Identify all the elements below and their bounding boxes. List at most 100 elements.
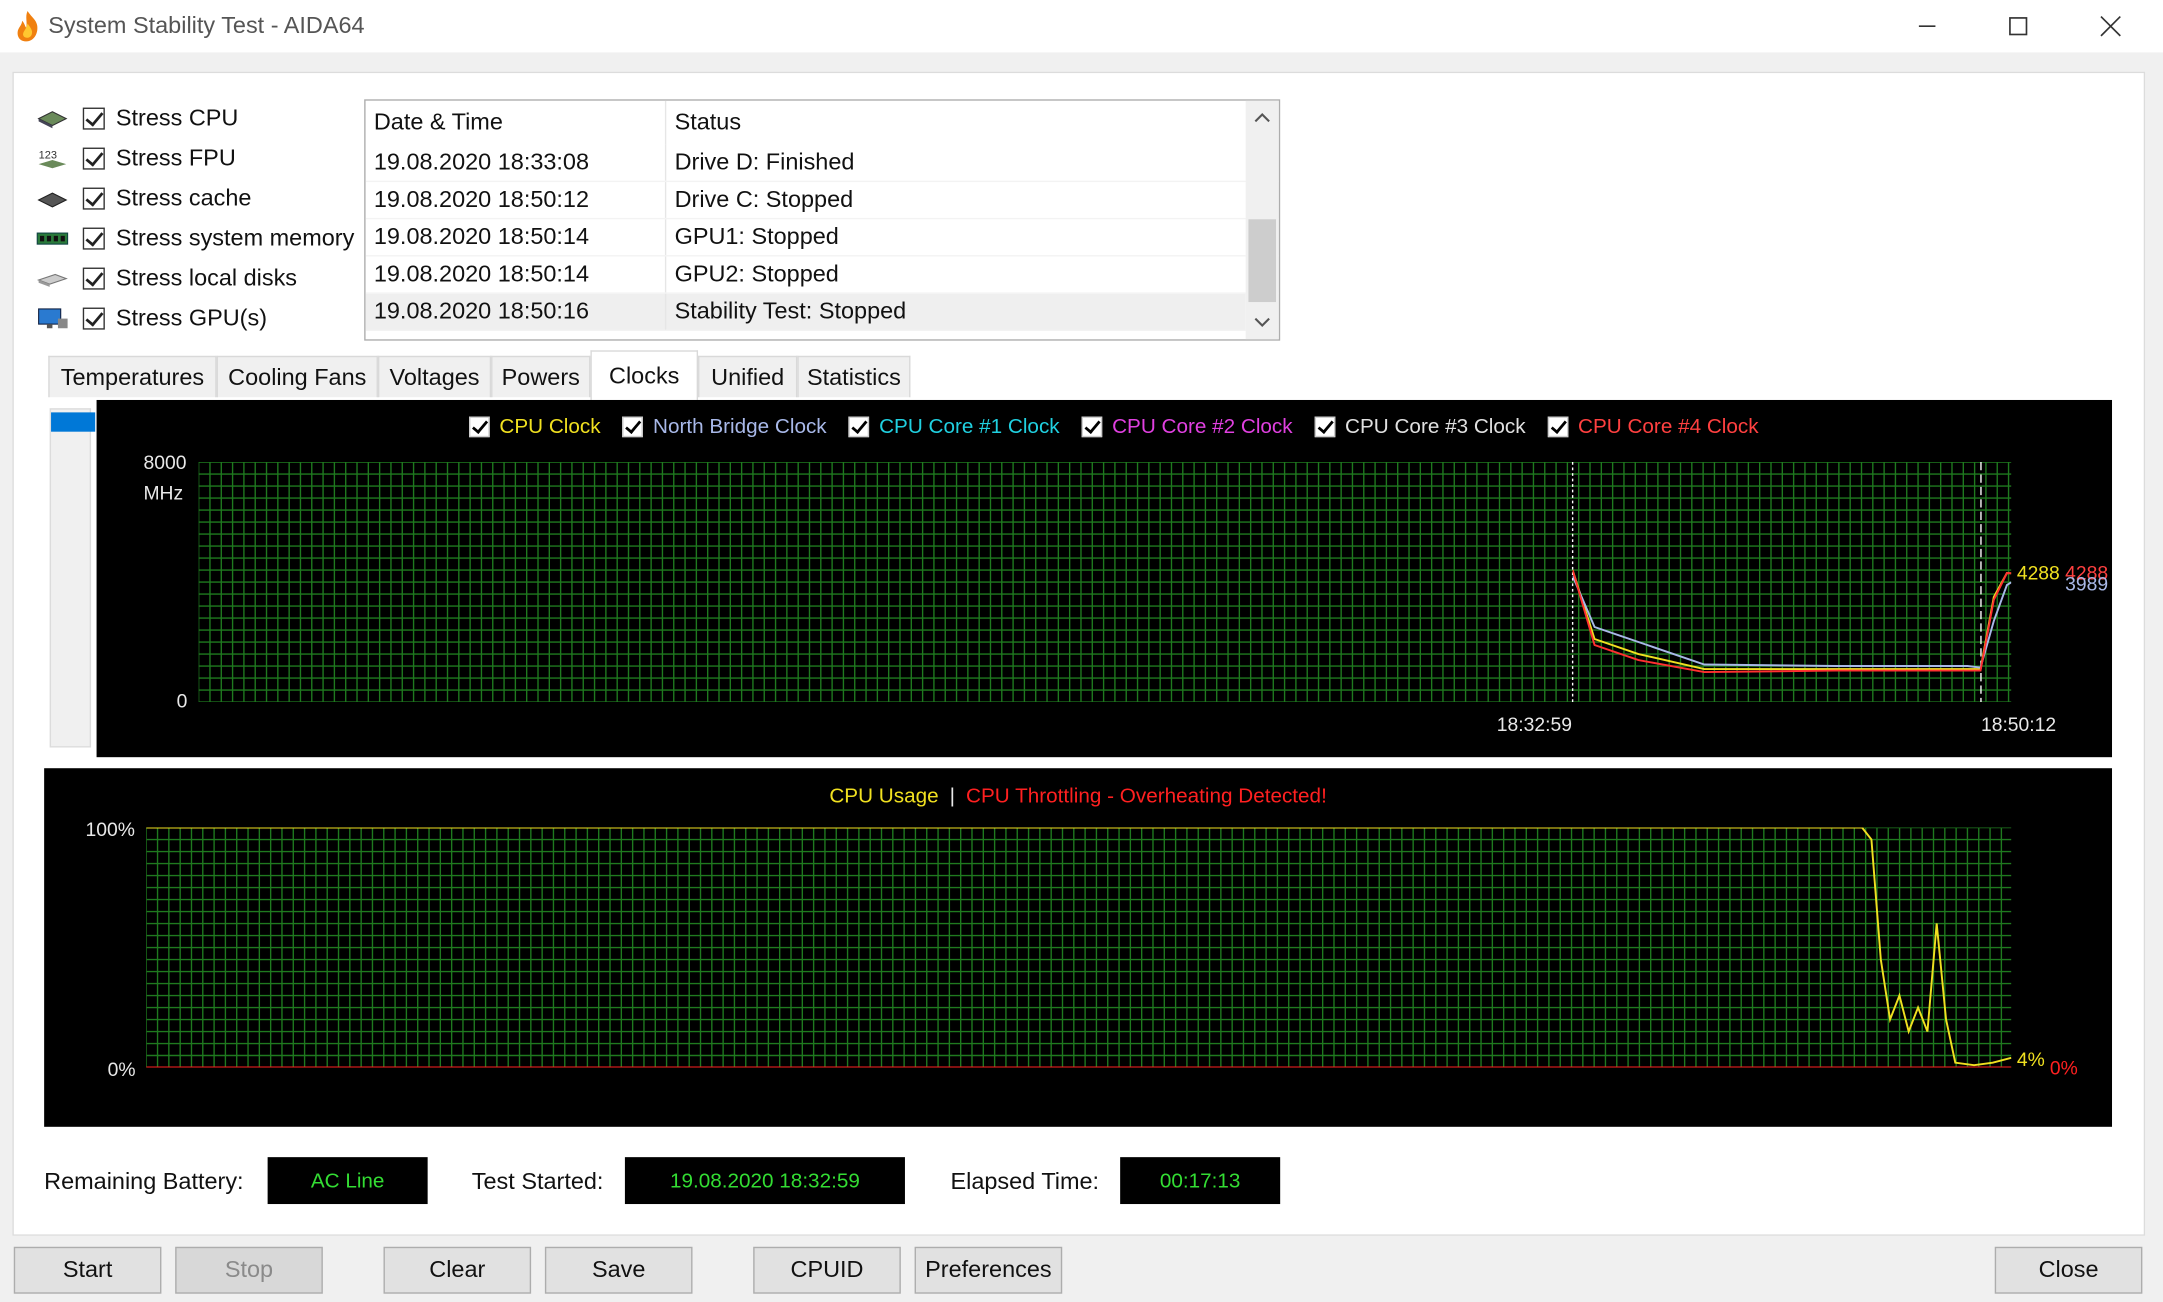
clock-legend: CPU Clock North Bridge Clock CPU Core #1… — [469, 415, 1759, 439]
save-button[interactable]: Save — [544, 1246, 693, 1294]
legend-checkbox[interactable] — [1314, 416, 1336, 438]
cpu-usage-title: CPU Usage — [829, 784, 939, 809]
close-window-button[interactable] — [2079, 0, 2142, 52]
stop-button[interactable]: Stop — [175, 1246, 323, 1294]
log-scrollbar[interactable] — [1245, 100, 1279, 340]
minimize-icon — [1918, 25, 1936, 28]
cpu-throttling-title: CPU Throttling - Overheating Detected! — [966, 784, 1327, 809]
stress-disks-label: Stress local disks — [115, 264, 298, 291]
legend-label: CPU Core #3 Clock — [1345, 415, 1526, 439]
legend-cpu-clock[interactable]: CPU Clock — [469, 415, 601, 439]
stress-memory-option[interactable]: Stress system memory — [36, 218, 354, 258]
legend-label: CPU Core #1 Clock — [879, 415, 1060, 439]
log-scroll-thumb[interactable] — [1248, 219, 1277, 303]
tab-clocks[interactable]: Clocks — [590, 350, 699, 400]
stress-cache-option[interactable]: Stress cache — [36, 178, 354, 218]
grid-lines — [146, 827, 2012, 1068]
graph-selector-thumb[interactable] — [51, 412, 96, 432]
clock-y-unit: MHz — [143, 481, 184, 504]
usage-end-value: 4% — [2016, 1048, 2045, 1071]
stress-cpu-label: Stress CPU — [115, 104, 239, 131]
title-bar: System Stability Test - AIDA64 — [0, 0, 2163, 53]
usage-y-min: 0% — [107, 1057, 136, 1080]
stress-fpu-checkbox[interactable] — [82, 146, 105, 169]
legend-core4-clock[interactable]: CPU Core #4 Clock — [1547, 415, 1759, 439]
legend-core3-clock[interactable]: CPU Core #3 Clock — [1314, 415, 1526, 439]
battery-value: AC Line — [267, 1157, 428, 1205]
gpu-icon — [36, 307, 69, 329]
maximize-icon — [2009, 17, 2028, 36]
log-datetime: 19.08.2020 18:50:16 — [373, 297, 590, 325]
log-row[interactable]: 19.08.2020 18:50:14 GPU2: Stopped — [365, 256, 1279, 294]
stress-options-list: Stress CPU 123 Stress FPU Stress cache S… — [36, 98, 354, 338]
legend-checkbox[interactable] — [1547, 416, 1569, 438]
stress-disks-checkbox[interactable] — [82, 266, 105, 289]
usage-graph-title: CPU Usage | CPU Throttling - Overheating… — [44, 785, 2112, 808]
legend-label: CPU Core #4 Clock — [1578, 415, 1759, 439]
log-row[interactable]: 19.08.2020 18:50:14 GPU1: Stopped — [365, 219, 1279, 257]
graph-selector-scrollbar[interactable] — [49, 408, 96, 748]
log-datetime: 19.08.2020 18:33:08 — [373, 148, 590, 176]
usage-plot-area — [146, 827, 2012, 1068]
legend-label: CPU Core #2 Clock — [1112, 415, 1293, 439]
legend-core1-clock[interactable]: CPU Core #1 Clock — [848, 415, 1060, 439]
minimize-button[interactable] — [1895, 0, 1958, 52]
stress-fpu-option[interactable]: 123 Stress FPU — [36, 138, 354, 178]
stress-gpu-option[interactable]: Stress GPU(s) — [36, 298, 354, 338]
tab-temperatures[interactable]: Temperatures — [48, 355, 217, 398]
flame-icon — [17, 11, 38, 42]
column-header-datetime[interactable]: Date & Time — [366, 109, 665, 137]
preferences-button[interactable]: Preferences — [914, 1246, 1063, 1294]
title-separator: | — [949, 784, 956, 809]
column-header-status[interactable]: Status — [664, 100, 741, 145]
tab-voltages[interactable]: Voltages — [377, 355, 492, 398]
event-log-table[interactable]: Date & Time Status 19.08.2020 18:33:08 D… — [364, 99, 1281, 341]
maximize-button[interactable] — [1986, 0, 2049, 52]
start-button[interactable]: Start — [13, 1246, 162, 1294]
tab-cooling-fans[interactable]: Cooling Fans — [216, 355, 378, 398]
log-status: Stability Test: Stopped — [664, 293, 906, 330]
stress-disks-option[interactable]: Stress local disks — [36, 258, 354, 298]
stress-memory-checkbox[interactable] — [82, 226, 105, 249]
log-datetime: 19.08.2020 18:50:12 — [373, 186, 590, 213]
grid-lines — [198, 462, 2012, 703]
elapsed-time-label: Elapsed Time: — [950, 1168, 1100, 1195]
chevron-up-icon[interactable] — [1254, 112, 1271, 123]
log-status: Drive D: Finished — [664, 144, 854, 181]
stress-cpu-option[interactable]: Stress CPU — [36, 98, 354, 138]
stress-gpu-checkbox[interactable] — [82, 306, 105, 329]
clear-button[interactable]: Clear — [383, 1246, 532, 1294]
stress-fpu-label: Stress FPU — [115, 144, 236, 171]
log-row-selected[interactable]: 19.08.2020 18:50:16 Stability Test: Stop… — [365, 293, 1246, 332]
legend-label: CPU Clock — [499, 415, 601, 439]
stress-cache-checkbox[interactable] — [82, 186, 105, 209]
legend-core2-clock[interactable]: CPU Core #2 Clock — [1081, 415, 1293, 439]
tab-unified[interactable]: Unified — [698, 355, 798, 398]
disk-icon — [36, 267, 69, 289]
log-status: GPU1: Stopped — [664, 219, 839, 256]
legend-checkbox[interactable] — [848, 416, 870, 438]
log-row[interactable]: 19.08.2020 18:33:08 Drive D: Finished — [365, 144, 1279, 183]
tab-statistics[interactable]: Statistics — [797, 355, 911, 398]
log-row[interactable]: 19.08.2020 18:50:12 Drive C: Stopped — [365, 182, 1279, 220]
elapsed-time-value: 00:17:13 — [1120, 1157, 1281, 1205]
close-button[interactable]: Close — [1994, 1246, 2143, 1294]
legend-north-bridge-clock[interactable]: North Bridge Clock — [622, 415, 827, 439]
legend-checkbox[interactable] — [622, 416, 644, 438]
cpuid-button[interactable]: CPUID — [753, 1246, 901, 1294]
clock-x-label-start: 18:32:59 — [1496, 713, 1572, 736]
cpu-usage-graph: CPU Usage | CPU Throttling - Overheating… — [44, 768, 2113, 1127]
clock-graph: CPU Clock North Bridge Clock CPU Core #1… — [96, 399, 2113, 758]
tab-powers[interactable]: Powers — [491, 355, 591, 398]
legend-checkbox[interactable] — [469, 416, 490, 438]
legend-checkbox[interactable] — [1081, 416, 1103, 438]
clock-y-max: 8000 — [143, 450, 187, 474]
legend-label: North Bridge Clock — [652, 415, 827, 439]
cache-icon — [36, 187, 69, 209]
stress-cpu-checkbox[interactable] — [82, 106, 105, 129]
fpu-icon: 123 — [36, 147, 69, 169]
memory-icon — [36, 227, 69, 249]
stress-memory-label: Stress system memory — [115, 224, 355, 251]
test-started-label: Test Started: — [471, 1168, 604, 1195]
chevron-down-icon[interactable] — [1254, 317, 1271, 328]
